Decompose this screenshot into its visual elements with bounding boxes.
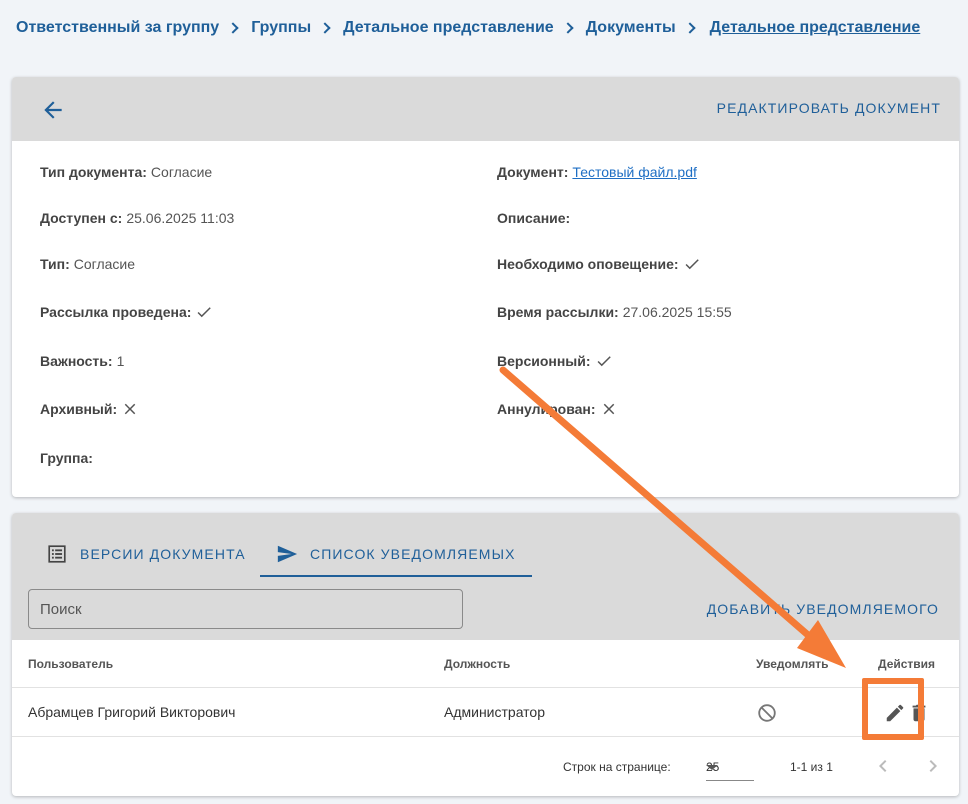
edit-pencil-icon[interactable] [884,702,906,724]
table-header: Пользователь Должность Уведомлять Действ… [12,640,959,688]
field-label: Время рассылки: [497,304,619,320]
field-value: 25.06.2025 11:03 [126,210,235,226]
cell-position: Администратор [444,704,546,720]
field-label: Важность: [40,353,113,369]
back-arrow-icon[interactable] [40,97,66,123]
field-notify-required: Необходимо оповещение: [497,254,701,274]
field-doc-type: Тип документа: Согласие [40,162,212,182]
next-page-icon[interactable] [921,754,945,778]
field-document: Документ: Тестовый файл.pdf [497,162,697,182]
document-file-link[interactable]: Тестовый файл.pdf [572,164,696,180]
field-archived: Архивный: [40,399,139,419]
breadcrumb-current[interactable]: Детальное представление [710,19,921,37]
field-label: Описание: [497,210,571,226]
rows-per-page-select[interactable]: 25 [706,751,754,781]
prev-page-icon[interactable] [871,754,895,778]
field-label: Версионный: [497,353,591,369]
card-header: Редактировать документ [12,77,959,141]
breadcrumb-item[interactable]: Детальное представление [343,19,554,37]
add-recipient-button[interactable]: Добавить уведомляемого [707,601,939,617]
cell-user: Абрамцев Григорий Викторович [28,704,236,720]
cross-icon [124,403,136,415]
block-icon[interactable] [756,702,778,724]
breadcrumb-item[interactable]: Группы [251,19,311,37]
recipients-card: Версии документа Список уведомляемых Доб… [12,513,959,796]
tabs-bar: Версии документа Список уведомляемых Доб… [12,513,959,640]
field-description: Описание: [497,208,574,228]
check-icon [197,307,212,318]
tab-label: Список уведомляемых [310,545,516,562]
field-label: Тип документа: [40,164,147,180]
column-header[interactable]: Должность [444,657,510,671]
chevron-right-icon [684,22,696,34]
chevron-right-icon [562,22,574,34]
field-value: Согласие [150,164,213,180]
column-header[interactable]: Пользователь [28,657,113,671]
tab-document-versions[interactable]: Версии документа [46,530,246,577]
table-pagination: Строк на странице: 25 1-1 из 1 [12,737,959,796]
field-label: Аннулирован: [497,401,596,417]
field-importance: Важность: 1 [40,351,124,371]
field-label: Тип: [40,256,70,272]
field-value: 27.06.2025 15:55 [622,304,732,320]
field-versioned: Версионный: [497,351,613,371]
edit-document-button[interactable]: Редактировать документ [717,100,941,116]
check-icon [685,259,699,270]
active-tab-indicator [260,575,532,577]
field-label: Необходимо оповещение: [497,256,679,272]
pagination-range: 1-1 из 1 [790,760,833,774]
field-sent: Рассылка проведена: [40,302,213,322]
field-type: Тип: Согласие [40,254,135,274]
chevron-right-icon [319,22,331,34]
breadcrumb: Ответственный за группу Группы Детальное… [16,17,920,39]
tab-recipients-list[interactable]: Список уведомляемых [276,530,516,577]
field-label: Группа: [40,450,93,466]
field-cancelled: Аннулирован: [497,399,618,419]
field-label: Доступен с: [40,210,123,226]
field-value: 1 [116,353,125,369]
breadcrumb-item[interactable]: Документы [586,19,676,37]
tab-label: Версии документа [80,545,246,562]
document-details-card: Редактировать документ Тип документа: Со… [12,77,959,497]
field-group: Группа: [40,448,97,468]
chevron-right-icon [227,22,239,34]
field-label: Архивный: [40,401,118,417]
column-header: Действия [878,656,936,671]
field-send-time: Время рассылки: 27.06.2025 15:55 [497,302,732,322]
field-label: Документ: [497,164,569,180]
column-header[interactable]: Уведомлять [756,657,828,671]
breadcrumb-item[interactable]: Ответственный за группу [16,19,219,37]
field-value: Согласие [73,256,136,272]
send-icon [277,545,298,562]
delete-icon[interactable] [908,702,930,724]
table-row: Абрамцев Григорий Викторович Администрат… [12,688,959,737]
search-input[interactable] [28,589,463,629]
list-icon [48,544,66,563]
check-icon [597,356,611,367]
cross-icon [603,403,614,415]
rows-per-page-label: Строк на странице: [563,760,671,774]
field-label: Рассылка проведена: [40,304,192,320]
caret-down-icon [706,765,718,770]
field-available-from: Доступен с: 25.06.2025 11:03 [40,208,234,228]
